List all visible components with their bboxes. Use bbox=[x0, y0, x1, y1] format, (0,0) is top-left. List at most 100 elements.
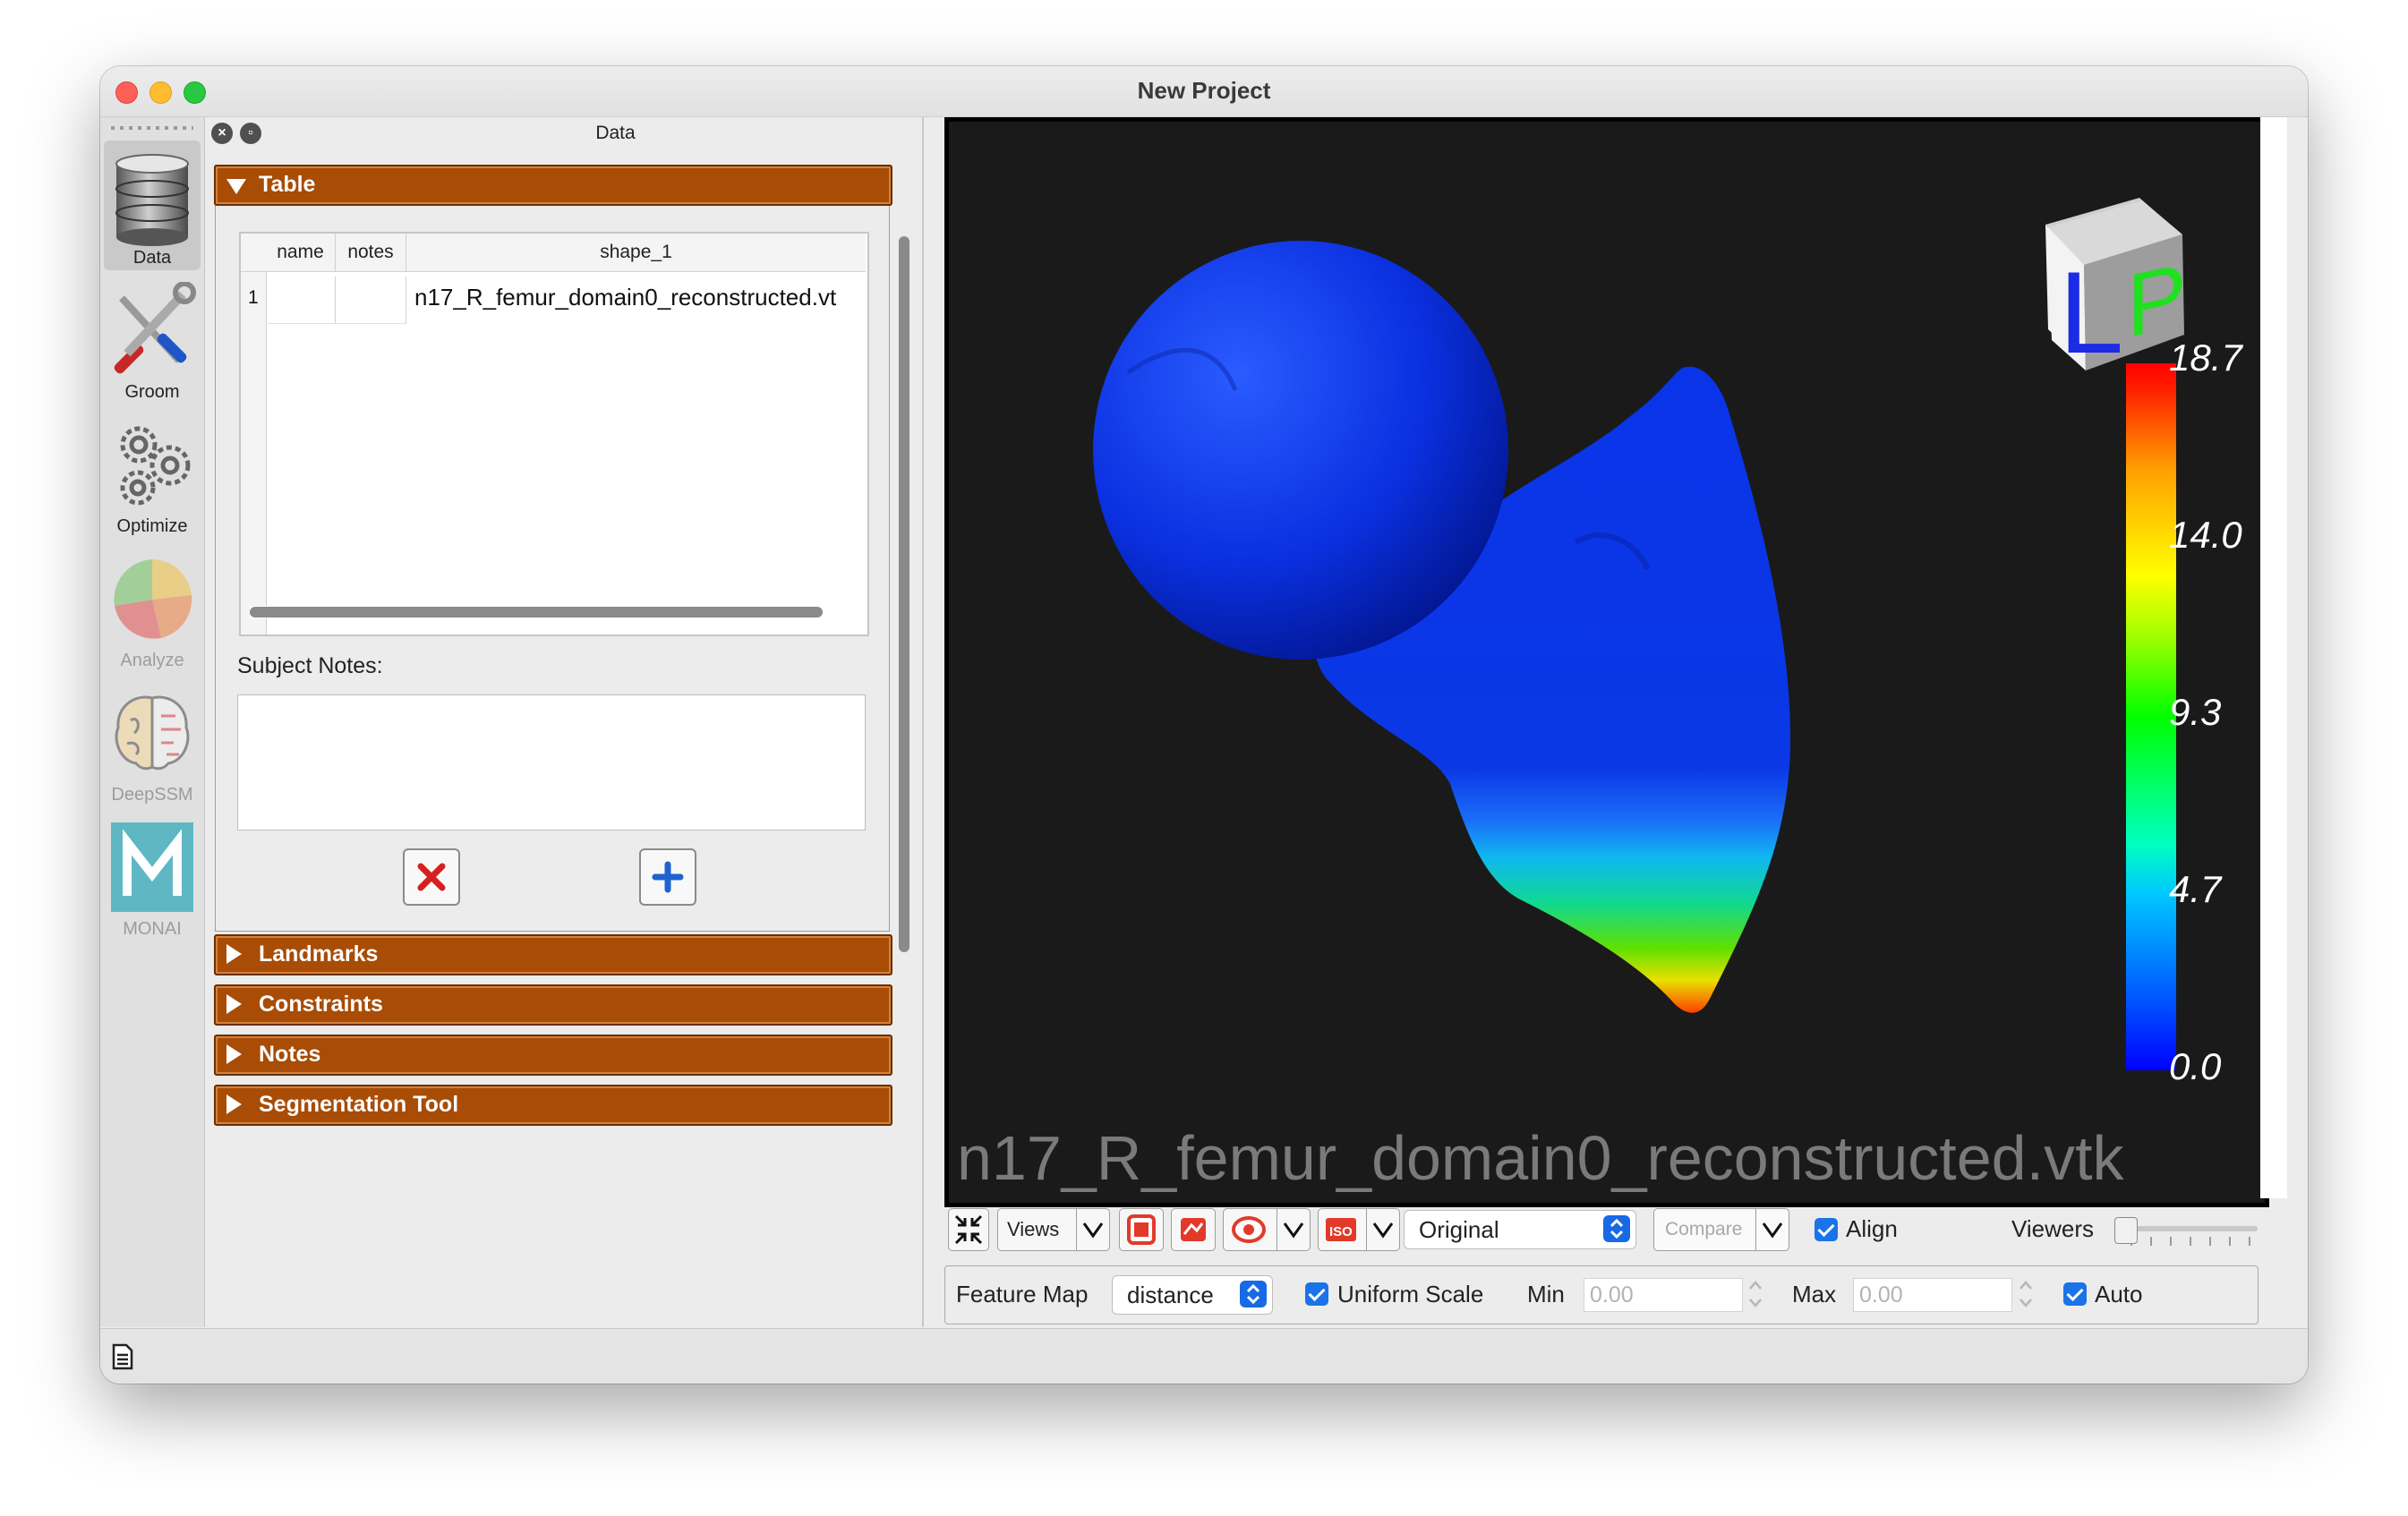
select-stepper-icon bbox=[1240, 1281, 1267, 1307]
column-header-shape[interactable]: shape_1 bbox=[406, 234, 866, 272]
splitter-handle[interactable] bbox=[922, 117, 924, 1327]
pie-chart-icon bbox=[114, 559, 192, 639]
module-label: DeepSSM bbox=[111, 785, 193, 805]
log-document-icon[interactable] bbox=[111, 1343, 134, 1370]
module-data[interactable]: Data bbox=[104, 141, 201, 270]
section-table-header[interactable]: Table bbox=[214, 165, 892, 206]
chevron-down-icon bbox=[1082, 1222, 1104, 1239]
section-label: Table bbox=[259, 172, 316, 197]
expanded-arrow-icon bbox=[226, 179, 246, 194]
table-horizontal-scrollbar[interactable] bbox=[250, 606, 841, 618]
views-label: Views bbox=[1007, 1218, 1060, 1240]
colorbar-tick: 4.7 bbox=[2169, 868, 2222, 910]
module-monai[interactable]: MONAI bbox=[104, 812, 201, 941]
compare-dropdown-arrow[interactable] bbox=[1755, 1209, 1789, 1250]
surface-button[interactable] bbox=[1171, 1208, 1216, 1251]
panel-vertical-scrollbar[interactable] bbox=[897, 165, 911, 1319]
min-stepper-icon[interactable] bbox=[1746, 1276, 1765, 1312]
orientation-left-label: L bbox=[2059, 247, 2123, 370]
collapsed-arrow-icon bbox=[226, 994, 242, 1014]
row-index: 1 bbox=[248, 287, 259, 308]
feature-map-value: distance bbox=[1127, 1282, 1214, 1308]
subject-notes-label: Subject Notes: bbox=[237, 653, 383, 678]
views-dropdown-arrow[interactable] bbox=[1076, 1209, 1109, 1250]
scrollbar-thumb[interactable] bbox=[250, 607, 823, 617]
gears-icon bbox=[120, 426, 191, 506]
min-label: Min bbox=[1527, 1281, 1565, 1307]
section-constraints-header[interactable]: Constraints bbox=[214, 984, 892, 1026]
surface-icon bbox=[1181, 1218, 1206, 1241]
module-label: MONAI bbox=[123, 919, 182, 939]
section-landmarks-header[interactable]: Landmarks bbox=[214, 934, 892, 975]
module-toolbar: Data Groom Optimize Analyze DeepSSM MONA… bbox=[100, 117, 205, 1327]
fit-view-button[interactable] bbox=[948, 1208, 989, 1251]
feature-map-select[interactable]: distance bbox=[1112, 1275, 1273, 1315]
plus-icon bbox=[652, 861, 684, 893]
subject-notes-field[interactable] bbox=[237, 694, 866, 830]
colorbar-tick: 9.3 bbox=[2169, 691, 2222, 733]
panel-title: Data bbox=[595, 123, 636, 143]
slider-handle[interactable] bbox=[2114, 1217, 2138, 1244]
section-label: Notes bbox=[259, 1042, 321, 1067]
module-label: Optimize bbox=[116, 516, 188, 536]
section-segmentation-header[interactable]: Segmentation Tool bbox=[214, 1085, 892, 1126]
align-label: Align bbox=[1846, 1215, 1898, 1242]
viewers-slider[interactable] bbox=[2114, 1217, 2262, 1253]
visibility-dropdown[interactable] bbox=[1223, 1208, 1311, 1251]
colorbar-tick-max: 18.7 bbox=[2169, 336, 2242, 379]
module-optimize[interactable]: Optimize bbox=[104, 409, 201, 539]
views-dropdown[interactable]: Views bbox=[997, 1208, 1110, 1251]
iso-dropdown-arrow[interactable] bbox=[1366, 1209, 1399, 1250]
data-table[interactable]: name notes shape_1 1 n17_R_femur_domain0… bbox=[239, 232, 869, 636]
brain-icon bbox=[115, 695, 190, 771]
glyph-button[interactable] bbox=[1119, 1208, 1164, 1251]
collapsed-arrow-icon bbox=[226, 1044, 242, 1064]
section-notes-header[interactable]: Notes bbox=[214, 1035, 892, 1076]
module-deepssm[interactable]: DeepSSM bbox=[104, 677, 201, 807]
data-panel-header: × ▫ Data bbox=[206, 117, 1025, 149]
uniform-scale-checkbox[interactable] bbox=[1305, 1282, 1328, 1306]
scrollbar-thumb[interactable] bbox=[899, 236, 909, 952]
colorbar-tick-min: 0.0 bbox=[2169, 1045, 2222, 1087]
visibility-dropdown-arrow[interactable] bbox=[1277, 1209, 1310, 1250]
svg-text:ISO: ISO bbox=[1329, 1224, 1353, 1239]
tools-icon bbox=[114, 282, 196, 374]
slider-ticks bbox=[2130, 1237, 2256, 1246]
compare-dropdown[interactable]: Compare bbox=[1653, 1208, 1789, 1251]
module-label: Analyze bbox=[120, 651, 184, 670]
delete-row-button[interactable] bbox=[403, 848, 460, 906]
toolbar-grip[interactable] bbox=[111, 126, 193, 130]
column-header-notes[interactable]: notes bbox=[336, 234, 406, 272]
module-groom[interactable]: Groom bbox=[104, 275, 201, 405]
auto-checkbox[interactable] bbox=[2063, 1282, 2087, 1306]
glyph-icon bbox=[1127, 1214, 1156, 1245]
viewers-label: Viewers bbox=[2011, 1215, 2095, 1242]
collapsed-arrow-icon bbox=[226, 944, 242, 964]
align-checkbox[interactable] bbox=[1815, 1218, 1838, 1241]
chevron-down-icon bbox=[1283, 1222, 1304, 1239]
min-value: 0.00 bbox=[1590, 1282, 1634, 1307]
module-analyze[interactable]: Analyze bbox=[104, 543, 201, 673]
display-mode-select[interactable]: Original bbox=[1404, 1210, 1636, 1249]
table-cell-name[interactable] bbox=[266, 277, 336, 324]
max-value: 0.00 bbox=[1859, 1282, 1903, 1307]
table-cell-notes[interactable] bbox=[336, 277, 406, 324]
max-label: Max bbox=[1792, 1281, 1837, 1307]
column-header-name[interactable]: name bbox=[266, 234, 336, 272]
colorbar-tick: 14.0 bbox=[2169, 514, 2242, 556]
add-row-button[interactable] bbox=[639, 848, 696, 906]
mesh-filename-overlay: n17_R_femur_domain0_reconstructed.vtk bbox=[957, 1123, 2124, 1193]
collapsed-arrow-icon bbox=[226, 1094, 242, 1114]
iso-surface-dropdown[interactable]: ISO bbox=[1318, 1208, 1400, 1251]
max-stepper-icon[interactable] bbox=[2016, 1276, 2036, 1312]
table-corner bbox=[241, 234, 267, 272]
table-cell-shape[interactable]: n17_R_femur_domain0_reconstructed.vt bbox=[414, 284, 866, 311]
window-title: New Project bbox=[1137, 77, 1271, 104]
auto-label: Auto bbox=[2095, 1281, 2143, 1307]
max-value-input[interactable]: 0.00 bbox=[1853, 1278, 2012, 1312]
3d-viewer[interactable]: L P 18.7 14.0 9.3 4.7 0.0 n17_R_femur_do… bbox=[944, 117, 2269, 1207]
section-label: Landmarks bbox=[259, 941, 379, 967]
min-value-input[interactable]: 0.00 bbox=[1584, 1278, 1743, 1312]
module-label: Data bbox=[132, 248, 172, 268]
feature-map-label: Feature Map bbox=[956, 1281, 1089, 1307]
